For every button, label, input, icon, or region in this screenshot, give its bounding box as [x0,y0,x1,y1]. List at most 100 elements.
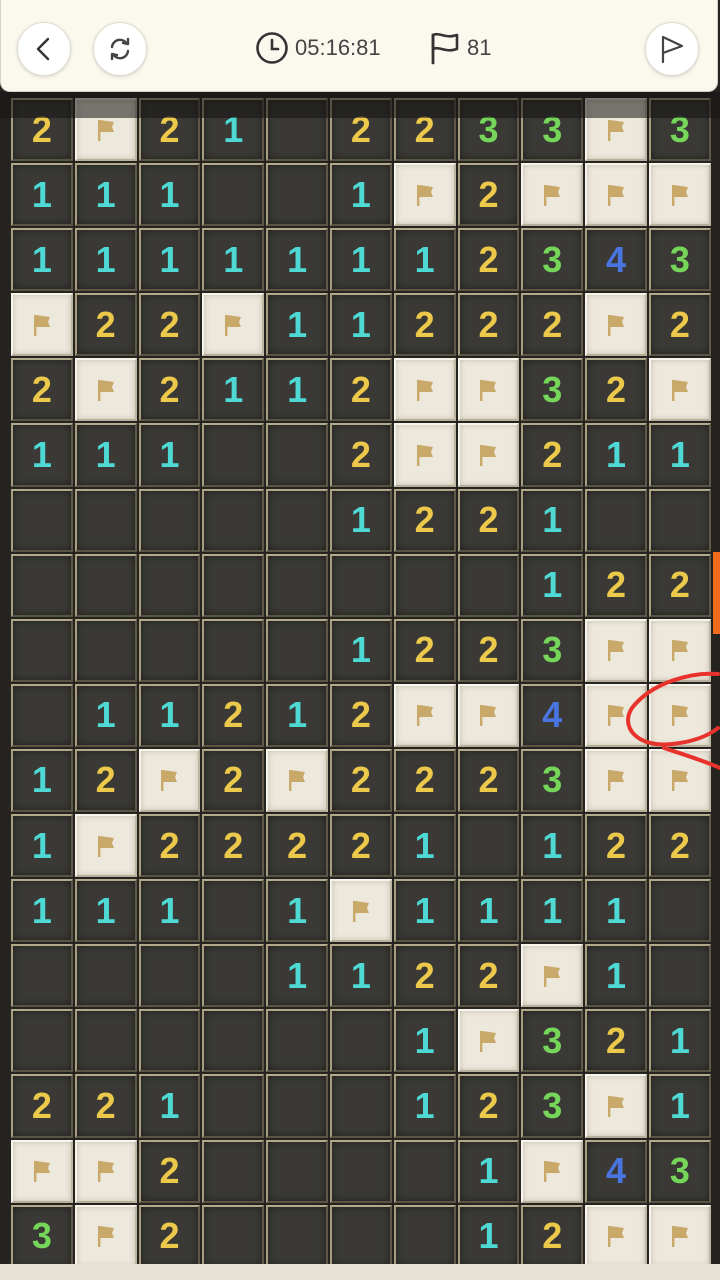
cell-number[interactable]: 1 [457,1204,520,1268]
cell-number[interactable]: 1 [521,553,584,617]
cell-number[interactable]: 2 [648,293,711,357]
cell-number[interactable]: 2 [11,358,73,422]
cell-revealed-empty[interactable] [393,1204,456,1268]
cell-number[interactable]: 2 [266,814,328,878]
cell-number[interactable]: 2 [11,98,73,162]
cell-flagged[interactable] [521,944,584,1008]
cell-revealed-empty[interactable] [74,944,137,1008]
cell-flagged[interactable] [74,814,137,878]
cell-flagged[interactable] [585,618,647,682]
cell-number[interactable]: 3 [521,228,584,292]
cell-flagged[interactable] [11,1139,73,1203]
cell-number[interactable]: 2 [74,1074,137,1138]
cell-number[interactable]: 3 [521,1074,584,1138]
cell-number[interactable]: 3 [521,618,584,682]
cell-revealed-empty[interactable] [138,1009,201,1073]
cell-flagged[interactable] [74,358,137,422]
cell-flagged[interactable] [585,683,647,747]
cell-revealed-empty[interactable] [202,1009,265,1073]
cell-number[interactable]: 2 [393,488,456,552]
cell-flagged[interactable] [648,163,711,227]
cell-number[interactable]: 2 [138,814,201,878]
cell-number[interactable]: 2 [11,1074,73,1138]
cell-flagged[interactable] [648,683,711,747]
cell-number[interactable]: 3 [11,1204,73,1268]
cell-number[interactable]: 1 [138,1074,201,1138]
cell-number[interactable]: 4 [585,228,647,292]
cell-number[interactable]: 2 [329,358,392,422]
cell-flagged[interactable] [329,879,392,943]
cell-revealed-empty[interactable] [11,1009,73,1073]
cell-number[interactable]: 2 [393,98,456,162]
cell-number[interactable]: 2 [521,423,584,487]
cell-number[interactable]: 2 [457,228,520,292]
cell-number[interactable]: 2 [329,748,392,813]
cell-revealed-empty[interactable] [648,879,711,943]
cell-number[interactable]: 1 [457,879,520,943]
cell-number[interactable]: 1 [648,1009,711,1073]
cell-number[interactable]: 2 [138,1139,201,1203]
cell-flagged[interactable] [521,1139,584,1203]
restart-button[interactable] [93,22,147,76]
cell-number[interactable]: 1 [138,879,201,943]
scroll-indicator[interactable] [713,552,720,634]
cell-number[interactable]: 2 [138,293,201,357]
cell-number[interactable]: 2 [457,488,520,552]
cell-number[interactable]: 2 [138,98,201,162]
cell-number[interactable]: 1 [457,1139,520,1203]
cell-number[interactable]: 2 [393,618,456,682]
cell-number[interactable]: 4 [521,683,584,747]
cell-flagged[interactable] [393,163,456,227]
cell-number[interactable]: 1 [11,228,73,292]
cell-number[interactable]: 1 [266,944,328,1008]
cell-revealed-empty[interactable] [202,1139,265,1203]
cell-revealed-empty[interactable] [202,879,265,943]
cell-number[interactable]: 1 [329,488,392,552]
cell-flagged[interactable] [585,1204,647,1268]
cell-number[interactable]: 1 [74,163,137,227]
cell-flagged[interactable] [648,618,711,682]
cell-revealed-empty[interactable] [202,163,265,227]
cell-number[interactable]: 1 [138,683,201,747]
cell-number[interactable]: 3 [457,98,520,162]
cell-flagged[interactable] [457,423,520,487]
cell-flagged[interactable] [457,683,520,747]
cell-number[interactable]: 2 [329,683,392,747]
cell-number[interactable]: 2 [329,814,392,878]
cell-revealed-empty[interactable] [202,1204,265,1268]
cell-number[interactable]: 1 [266,228,328,292]
cell-revealed-empty[interactable] [74,488,137,552]
cell-number[interactable]: 1 [266,358,328,422]
cell-revealed-empty[interactable] [202,488,265,552]
cell-flagged[interactable] [138,748,201,813]
cell-number[interactable]: 2 [393,293,456,357]
cell-number[interactable]: 2 [585,553,647,617]
cell-number[interactable]: 2 [585,814,647,878]
cell-number[interactable]: 2 [457,944,520,1008]
cell-revealed-empty[interactable] [266,488,328,552]
cell-number[interactable]: 1 [138,228,201,292]
cell-revealed-empty[interactable] [329,1204,392,1268]
cell-number[interactable]: 1 [585,423,647,487]
cell-revealed-empty[interactable] [74,553,137,617]
cell-revealed-empty[interactable] [202,944,265,1008]
cell-number[interactable]: 1 [266,683,328,747]
finish-button[interactable] [645,22,699,76]
cell-number[interactable]: 1 [74,683,137,747]
cell-revealed-empty[interactable] [393,553,456,617]
cell-number[interactable]: 1 [521,879,584,943]
cell-flagged[interactable] [585,98,647,162]
cell-revealed-empty[interactable] [74,618,137,682]
cell-revealed-empty[interactable] [138,488,201,552]
cell-flagged[interactable] [74,98,137,162]
cell-revealed-empty[interactable] [329,1074,392,1138]
cell-number[interactable]: 1 [393,228,456,292]
cell-flagged[interactable] [585,748,647,813]
cell-number[interactable]: 1 [393,1009,456,1073]
cell-revealed-empty[interactable] [393,1139,456,1203]
cell-flagged[interactable] [266,748,328,813]
cell-revealed-empty[interactable] [266,423,328,487]
cell-revealed-empty[interactable] [11,944,73,1008]
cell-number[interactable]: 1 [138,163,201,227]
cell-revealed-empty[interactable] [266,1009,328,1073]
